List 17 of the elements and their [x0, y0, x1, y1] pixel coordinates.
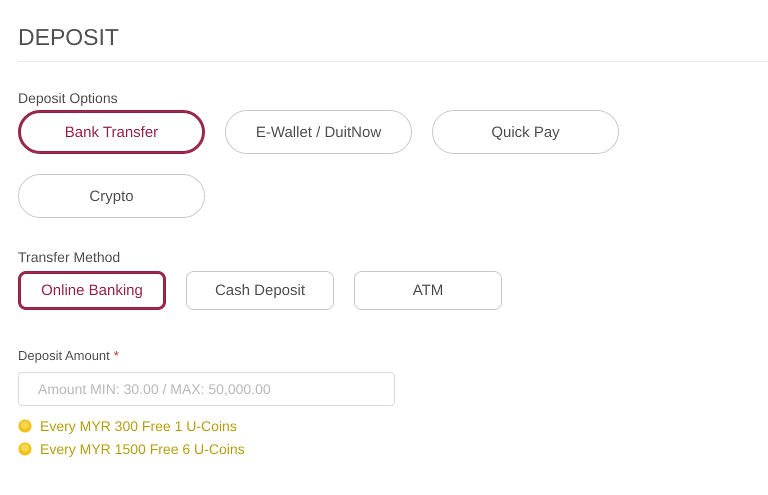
deposit-option-button[interactable]: Crypto	[18, 174, 205, 218]
section-label: Transfer Method	[18, 248, 122, 266]
coin-icon	[18, 418, 32, 432]
coin-icon	[18, 442, 32, 456]
deposit-option-button[interactable]: Quick Pay	[432, 110, 619, 154]
transfer-method-button[interactable]: Cash Deposit	[186, 271, 334, 310]
section-label: Deposit Options	[18, 89, 119, 107]
amount-input-field[interactable]: Amount MIN: 30.00 / MAX: 50,000.00	[18, 372, 395, 406]
field-label: Deposit Amount	[18, 348, 110, 364]
transfer-method-button[interactable]: Online Banking	[18, 271, 166, 310]
deposit-option-button[interactable]: Bank Transfer	[18, 110, 205, 154]
promotion-text: Every MYR 1500 Free 6 U-Coins	[40, 440, 245, 456]
required-mark: *	[114, 348, 119, 364]
page-title: DEPOSIT	[18, 23, 120, 52]
promotion-text: Every MYR 300 Free 1 U-Coins	[40, 418, 237, 434]
transfer-method-button[interactable]: ATM	[354, 271, 502, 310]
deposit-option-button[interactable]: E-Wallet / DuitNow	[225, 110, 412, 154]
